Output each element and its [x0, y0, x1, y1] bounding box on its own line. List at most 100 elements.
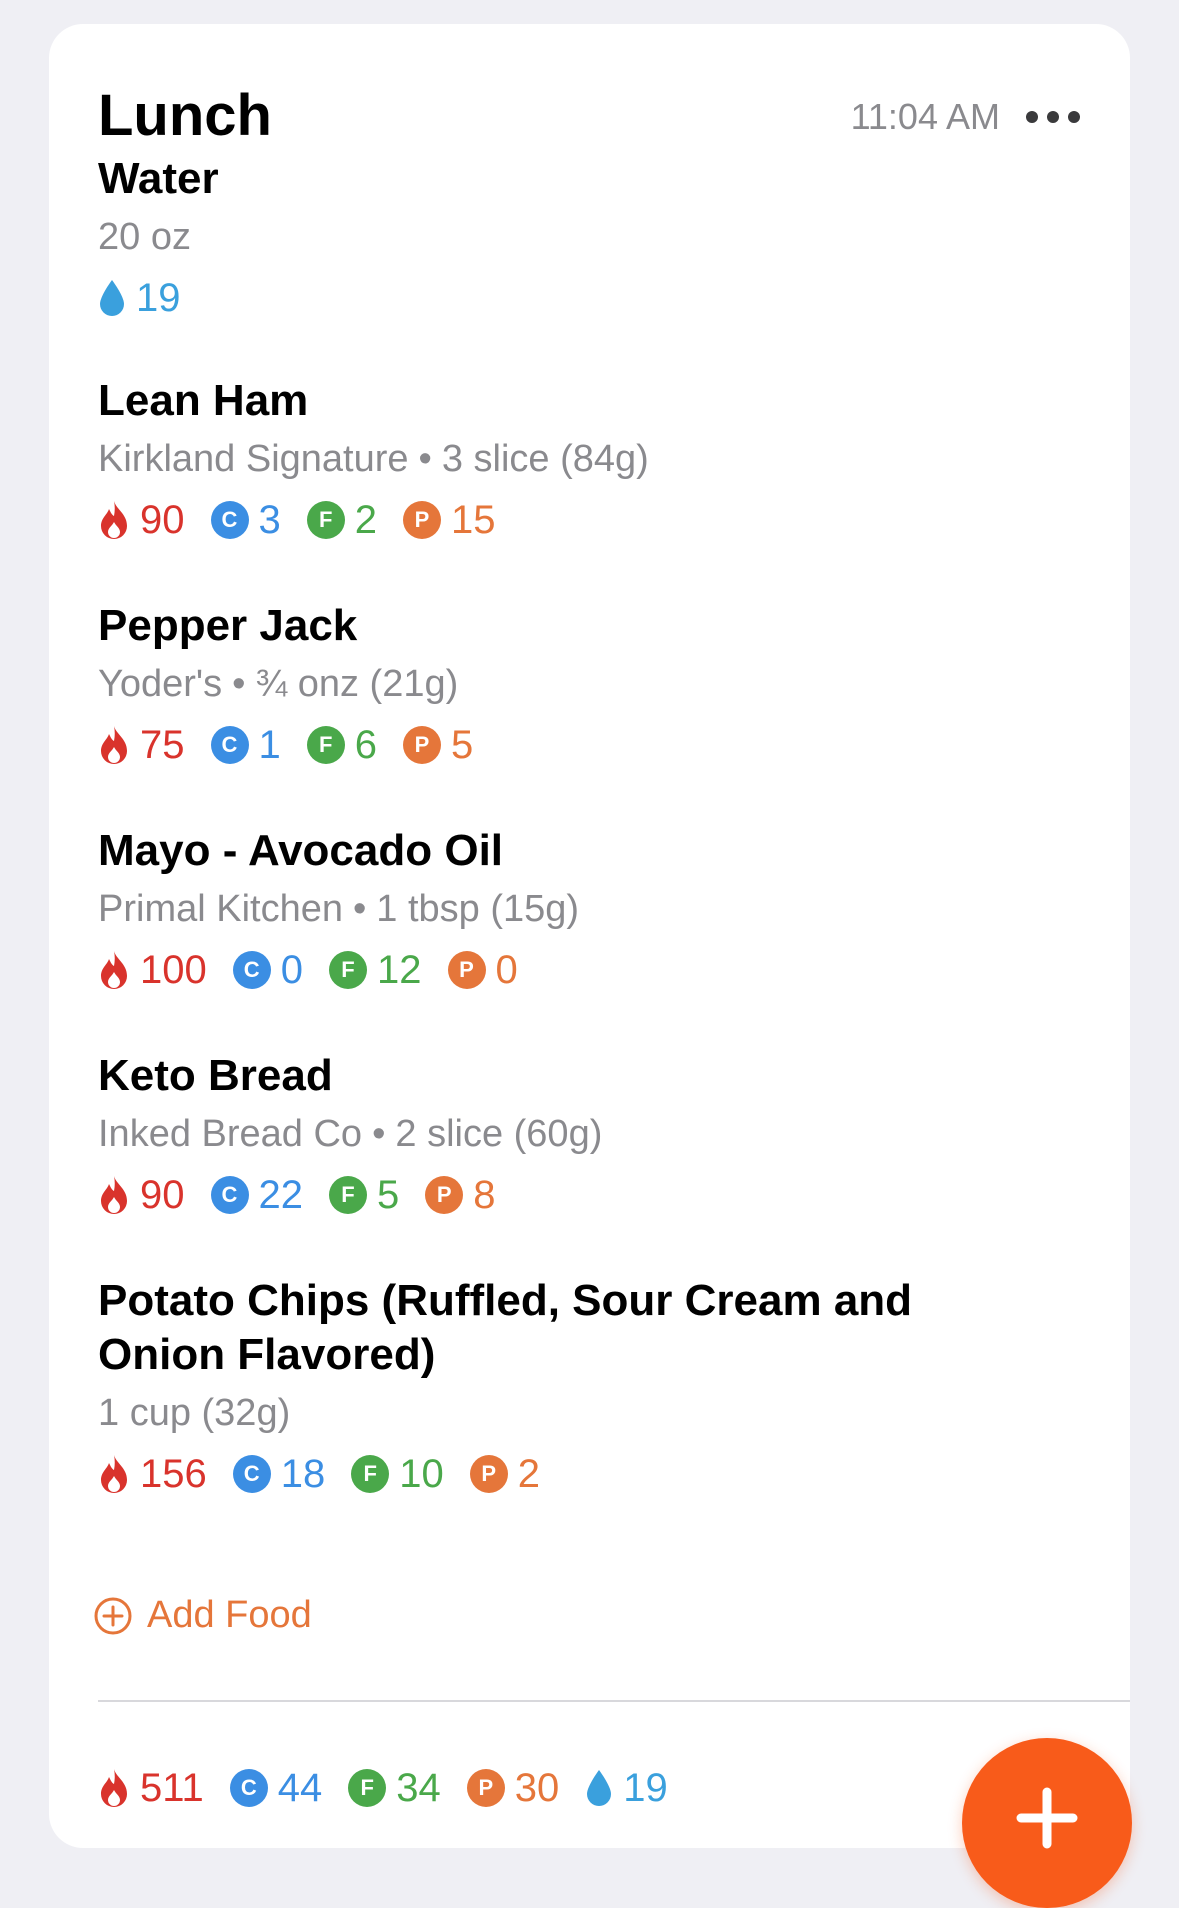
macro-row: 156 C 18 F 10 P 2: [98, 1450, 1090, 1498]
calories-stat: 156: [98, 1452, 207, 1497]
fat-stat: F 10: [351, 1452, 444, 1497]
total-protein-value: 30: [514, 1765, 560, 1810]
food-item[interactable]: Keto Bread Inked Bread Co • 2 slice (60g) …: [98, 1049, 1090, 1219]
carbs-badge-icon: C: [210, 1176, 249, 1214]
food-item[interactable]: Pepper Jack Yoder's • ¾ onz (21g) 75 C 1 F…: [98, 599, 1090, 769]
fat-value: 2: [354, 497, 377, 542]
carbs-value: 18: [280, 1451, 326, 1496]
protein-value: 8: [473, 1172, 496, 1217]
food-name: Pepper Jack: [98, 601, 358, 650]
carbs-value: 0: [280, 947, 303, 992]
food-serving: 20 oz: [98, 216, 191, 258]
total-carbs-stat: C 44: [229, 1765, 323, 1811]
meal-time: 11:04 AM: [850, 96, 1000, 137]
total-water-value: 19: [623, 1765, 668, 1810]
fat-stat: F 12: [329, 948, 422, 993]
flame-icon: [98, 1175, 130, 1215]
plus-icon: [1016, 1787, 1078, 1849]
protein-value: 5: [451, 722, 474, 767]
protein-value: 2: [517, 1451, 540, 1496]
divider: [98, 1700, 1130, 1702]
total-calories-value: 511: [140, 1765, 204, 1810]
water-stat: 19: [98, 276, 181, 321]
macro-row: 19: [98, 274, 1090, 322]
carbs-badge-icon: C: [210, 501, 249, 539]
food-serving: Kirkland Signature • 3 slice (84g): [98, 438, 649, 480]
calories-value: 156: [140, 1451, 207, 1496]
fat-stat: F 6: [306, 723, 377, 768]
more-options-button[interactable]: [1026, 102, 1080, 132]
calories-stat: 90: [98, 1173, 185, 1218]
carbs-stat: C 0: [232, 947, 303, 993]
flame-icon: [98, 950, 130, 990]
protein-stat: P 2: [469, 1451, 540, 1497]
protein-value: 15: [451, 497, 496, 542]
flame-icon: [98, 725, 130, 765]
fat-badge-icon: F: [329, 1176, 367, 1214]
total-calories-stat: 511: [98, 1766, 204, 1811]
fat-stat: F 2: [306, 497, 377, 543]
add-food-button[interactable]: Add Food: [93, 1594, 312, 1637]
carbs-stat: C 22: [210, 1172, 304, 1218]
macro-row: 100 C 0 F 12 P 0: [98, 946, 1090, 994]
carbs-stat: C 18: [232, 1451, 326, 1497]
fat-badge-icon: F: [306, 726, 345, 764]
food-serving: Primal Kitchen • 1 tbsp (15g): [98, 888, 580, 930]
food-name: Keto Bread: [98, 1051, 333, 1100]
water-drop-icon: [585, 1769, 613, 1807]
food-serving: Inked Bread Co • 2 slice (60g): [98, 1113, 603, 1155]
water-value: 19: [136, 275, 181, 320]
food-item-water[interactable]: Water 20 oz 19: [98, 152, 1090, 322]
carbs-badge-icon: C: [229, 1769, 268, 1807]
calories-value: 90: [140, 497, 185, 542]
protein-stat: P 0: [447, 947, 518, 993]
fat-badge-icon: F: [329, 951, 367, 989]
carbs-value: 3: [258, 497, 281, 542]
total-carbs-value: 44: [277, 1765, 323, 1810]
food-item[interactable]: Mayo - Avocado Oil Primal Kitchen • 1 tbsp…: [98, 824, 1090, 994]
food-item[interactable]: Potato Chips (Ruffled, Sour Cream and Oni…: [98, 1274, 1090, 1498]
fat-value: 5: [377, 1172, 400, 1217]
carbs-badge-icon: C: [210, 726, 249, 764]
protein-stat: P 5: [403, 723, 473, 768]
protein-stat: P 8: [425, 1172, 496, 1218]
protein-value: 0: [495, 947, 518, 992]
protein-badge-icon: P: [425, 1176, 464, 1214]
carbs-value: 22: [258, 1172, 304, 1217]
fat-badge-icon: F: [351, 1455, 390, 1493]
protein-badge-icon: P: [466, 1769, 505, 1807]
fat-stat: F 5: [329, 1173, 399, 1218]
protein-badge-icon: P: [403, 501, 441, 539]
flame-icon: [98, 1768, 130, 1808]
plus-circle-icon: [93, 1596, 133, 1636]
flame-icon: [98, 500, 130, 540]
food-serving: Yoder's • ¾ onz (21g): [98, 663, 459, 705]
macro-row: 90 C 3 F 2 P 15: [98, 496, 1090, 544]
food-name: Lean Ham: [98, 376, 309, 425]
macro-row: 90 C 22 F 5 P 8: [98, 1171, 1090, 1219]
meal-totals: 511 C 44 F 34 P 30 19: [98, 1764, 694, 1812]
calories-value: 100: [140, 947, 207, 992]
carbs-stat: C 1: [210, 723, 281, 768]
calories-stat: 75: [98, 723, 185, 768]
fat-badge-icon: F: [348, 1769, 387, 1807]
carbs-badge-icon: C: [232, 951, 271, 989]
food-serving: 1 cup (32g): [98, 1392, 291, 1434]
add-entry-fab[interactable]: [962, 1738, 1132, 1908]
total-protein-stat: P 30: [466, 1765, 560, 1811]
total-fat-value: 34: [396, 1765, 441, 1810]
protein-badge-icon: P: [403, 726, 441, 764]
calories-stat: 100: [98, 948, 207, 993]
meal-title: Lunch: [98, 83, 272, 148]
ellipsis-icon: [1026, 111, 1038, 123]
food-name: Potato Chips (Ruffled, Sour Cream and Oni…: [98, 1276, 913, 1379]
food-item[interactable]: Lean Ham Kirkland Signature • 3 slice (84g…: [98, 374, 1090, 544]
food-name: Mayo - Avocado Oil: [98, 826, 504, 875]
water-drop-icon: [98, 279, 126, 317]
meal-card: Lunch 11:04 AM Water 20 oz 19 Lean Ham K…: [49, 24, 1130, 1848]
flame-icon: [98, 1454, 130, 1494]
food-name: Water: [98, 154, 219, 203]
carbs-stat: C 3: [210, 497, 281, 543]
carbs-badge-icon: C: [232, 1455, 271, 1493]
protein-stat: P 15: [403, 498, 496, 543]
